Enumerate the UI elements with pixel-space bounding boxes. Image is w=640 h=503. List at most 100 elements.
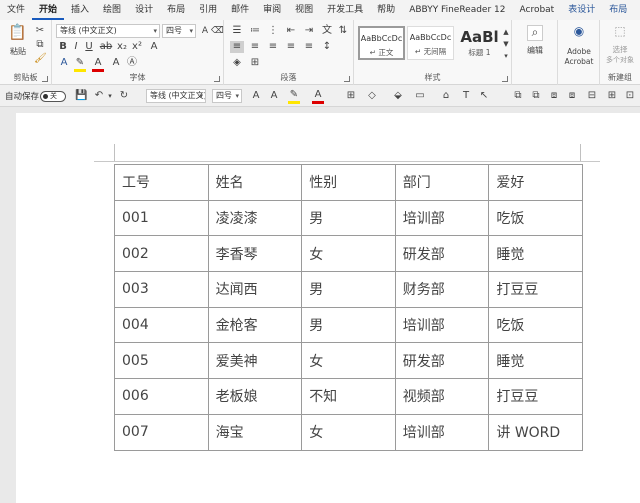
superscript-icon[interactable]: x² [131,41,143,53]
table-cell[interactable]: 吃饭 [488,306,583,344]
numbering-icon[interactable]: ≔ [248,25,262,37]
paste-icon[interactable]: 📋 [8,25,27,44]
qat-table-icon[interactable]: ⊞ [345,90,357,102]
table-cell[interactable]: 讲 WORD [488,413,583,451]
tab-acrobat[interactable]: Acrobat [513,0,562,20]
table-cell[interactable]: 财务部 [394,271,490,308]
redo-icon[interactable]: ↻ [118,90,130,102]
highlight-icon[interactable]: ✎ [74,57,86,72]
copy-icon[interactable]: ⧉ [34,39,46,51]
undo-icon[interactable]: ↶ [93,90,105,102]
table-cell[interactable]: 爱好 [488,164,583,201]
table-cell[interactable]: 002 [114,235,209,273]
qat-align-icon[interactable]: ⊟ [586,90,598,102]
table-cell[interactable]: 女 [301,413,396,451]
qat-group-icon[interactable]: ⧉ [512,90,524,102]
bold-icon[interactable]: B [58,41,68,53]
qat-shrink-font-icon[interactable]: A [268,90,280,102]
table-cell[interactable]: 培训部 [394,413,490,451]
qat-rotate-icon[interactable]: ⊡ [624,90,636,102]
table-cell[interactable]: 不知 [301,378,396,415]
qat-font-color-icon[interactable]: A [312,89,324,104]
font-size-select[interactable]: 四号 ▾ [162,24,196,38]
table-cell[interactable]: 爱美神 [207,342,303,380]
tab-mailings[interactable]: 邮件 [224,0,256,20]
underline-icon[interactable]: U [84,41,94,53]
table-cell[interactable]: 凌凌漆 [207,199,303,237]
cut-icon[interactable]: ✂ [34,25,46,37]
table-cell[interactable]: 培训部 [394,306,490,344]
styles-scroll-down-icon[interactable]: ▼ [502,38,510,50]
data-table[interactable]: 工号 姓名 性别 部门 爱好 001 凌凌漆 男 培训部 吃饭 002 李香琴 … [114,164,583,451]
strikethrough-icon[interactable]: ab [99,41,113,53]
qat-grow-font-icon[interactable]: A [250,90,262,102]
qat-line-icon[interactable]: ▭ [414,90,426,102]
tab-insert[interactable]: 插入 [64,0,96,20]
table-cell[interactable]: 003 [114,271,209,308]
tab-file[interactable]: 文件 [0,0,32,20]
table-cell[interactable]: 金枪客 [207,306,303,344]
subscript-icon[interactable]: x₂ [116,41,128,53]
table-cell[interactable]: 001 [114,199,209,237]
clipboard-launcher-icon[interactable] [42,76,48,82]
tab-developer[interactable]: 开发工具 [320,0,370,20]
shading-icon[interactable]: ◈ [230,57,244,69]
adobe-acrobat-icon[interactable]: ◉ [571,25,587,41]
grow-font-icon[interactable]: A [200,25,210,37]
align-center-icon[interactable]: ≡ [248,41,262,53]
table-cell[interactable]: 004 [114,306,209,344]
qat-text-icon[interactable]: T [460,90,472,102]
tab-draw[interactable]: 绘图 [96,0,128,20]
italic-icon[interactable]: I [71,41,81,53]
acrobat-label-line2[interactable]: Acrobat [558,56,600,68]
table-cell[interactable]: 姓名 [207,164,303,201]
undo-dropdown-icon[interactable]: ▾ [106,90,114,102]
line-spacing-icon[interactable]: ↕ [320,41,334,53]
bullets-icon[interactable]: ☰ [230,25,244,37]
qat-highlight-icon[interactable]: ✎ [288,89,300,104]
tab-table-layout[interactable]: 布局 [602,0,634,20]
table-cell[interactable]: 李香琴 [207,235,303,273]
decrease-indent-icon[interactable]: ⇤ [284,25,298,37]
font-launcher-icon[interactable] [214,76,220,82]
tab-help[interactable]: 帮助 [370,0,402,20]
styles-scroll-up-icon[interactable]: ▲ [502,26,510,38]
tab-abbyy[interactable]: ABBYY FineReader 12 [402,0,512,20]
font-color-icon[interactable]: A [92,57,104,72]
char-shading-icon[interactable]: A [110,57,122,69]
style-heading1[interactable]: AaBl 标题 1 [456,26,503,60]
table-cell[interactable]: 老板娘 [207,378,303,415]
qat-shapes-icon[interactable]: ⌂ [440,90,452,102]
table-cell[interactable]: 海宝 [207,413,303,451]
qat-distribute-icon[interactable]: ⊞ [606,90,618,102]
text-effect-icon[interactable]: A [58,57,70,69]
multilevel-list-icon[interactable]: ⋮ [266,25,280,37]
style-normal[interactable]: AaBbCcDc ↵ 正文 [358,26,405,60]
align-left-icon[interactable]: ≡ [230,41,244,53]
tab-references[interactable]: 引用 [192,0,224,20]
sort-icon[interactable]: ⇅ [336,25,350,37]
qat-font-select[interactable]: 等线 (中文正文) ▾ [146,89,206,103]
qat-ungroup-icon[interactable]: ⧉ [530,90,542,102]
increase-indent-icon[interactable]: ⇥ [302,25,316,37]
table-cell[interactable]: 女 [301,342,396,380]
table-cell[interactable]: 研发部 [394,235,490,273]
justify-icon[interactable]: ≡ [284,41,298,53]
table-cell[interactable]: 男 [301,199,396,237]
table-cell[interactable]: 打豆豆 [488,271,583,308]
table-cell[interactable]: 研发部 [394,342,490,380]
table-cell[interactable]: 部门 [394,164,490,201]
paragraph-launcher-icon[interactable] [344,76,350,82]
search-icon[interactable]: ⌕ [527,25,543,41]
autosave-toggle[interactable]: 关 [40,91,66,102]
table-cell[interactable]: 工号 [114,164,209,201]
table-cell[interactable]: 达闻西 [207,271,303,308]
save-icon[interactable]: 💾 [75,90,87,102]
table-cell[interactable]: 007 [114,413,209,451]
styles-launcher-icon[interactable] [502,76,508,82]
tab-home[interactable]: 开始 [32,0,65,20]
table-cell[interactable]: 视频部 [394,378,490,415]
table-cell[interactable]: 性别 [301,164,396,201]
qat-pointer-icon[interactable]: ↖ [478,90,490,102]
tab-view[interactable]: 视图 [288,0,320,20]
